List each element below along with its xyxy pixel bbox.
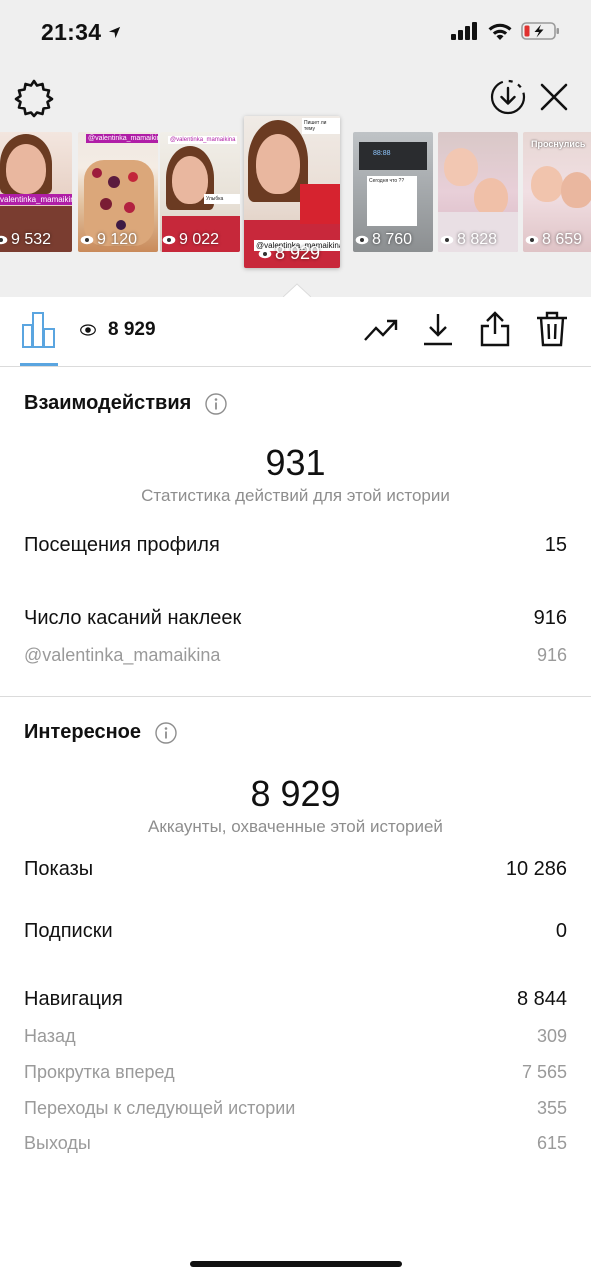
story-thumbnail[interactable]: valentinka_mamaikina 9 532 [0,132,72,252]
close-button[interactable] [537,80,571,114]
story-thumbnail[interactable]: Проснулись 8 659 [523,132,591,252]
battery-low-charging-icon [521,22,559,40]
story-view-count: 8 659 [525,231,582,249]
selected-story-pointer [283,283,311,297]
profile-visits-row: Посещения профиля 15 [24,534,567,556]
navigation-row: Навигация 8 844 [24,988,567,1010]
story-view-count: 9 120 [80,231,137,249]
viewers-count: 8 929 [108,319,156,340]
trending-up-icon [364,319,398,341]
eye-icon [0,235,8,245]
interactions-section: Взаимодействия 931 Статистика действий д… [0,368,591,696]
story-thumbnails-strip[interactable]: valentinka_mamaikina 9 532 @valentinka_m… [0,116,591,268]
save-story-button[interactable] [489,78,527,116]
eye-icon [355,235,369,245]
story-thumbnail[interactable]: 88:88 Сегодня что ?? 8 760 [353,132,433,252]
eye-icon [162,235,176,245]
info-icon[interactable] [205,392,228,415]
story-view-count: 8 828 [440,231,497,249]
story-thumbnail[interactable]: 8 828 [438,132,518,252]
story-view-count: 8 760 [355,231,412,249]
promote-button[interactable] [364,311,398,347]
story-caption: Проснулись [531,139,586,149]
story-view-count: 9 532 [0,231,51,249]
eye-icon [258,249,272,258]
viewers-tab[interactable]: 8 929 [80,319,156,341]
trash-icon [537,311,567,347]
discovery-heading: Интересное [24,721,177,744]
mention-sticker: @valentinka_mamaikina [168,136,238,144]
share-button[interactable] [478,311,512,347]
eye-icon [440,235,454,245]
sticker-mention-row: @valentinka_mamaikina 916 [24,645,567,665]
delete-button[interactable] [535,311,569,347]
story-thumbnail-selected[interactable]: Пишет ли тему @valentinka_mamaikina 8 92… [244,116,340,268]
gear-icon [14,79,54,118]
interactions-total: 931 [265,442,326,483]
home-indicator[interactable] [190,1261,402,1267]
download-circle-icon [490,79,526,115]
discovery-section: Интересное 8 929 Аккаунты, охваченные эт… [0,697,591,1177]
close-icon [540,83,568,111]
share-icon [480,311,510,347]
location-arrow-icon [109,26,121,39]
story-thumbnail[interactable]: Улыбка @valentinka_mamaikina 9 022 [160,132,240,252]
story-thumbnail[interactable]: @valentinka_mamaikina 9 120 [78,132,158,252]
sticker-taps-row: Число касаний наклеек 916 [24,607,567,629]
status-time: 21:34 [41,19,122,46]
active-tab-indicator [20,363,58,366]
back-row: Назад 309 [24,1026,567,1046]
status-icons [451,21,561,41]
next-story-row: Переходы к следующей истории 355 [24,1098,567,1118]
story-insights-toolbar: 8 929 [0,297,591,367]
cellular-signal-icon [451,22,477,40]
reach-total: 8 929 [250,773,341,814]
reach-caption: Аккаунты, охваченные этой историей [148,817,443,836]
eye-icon [80,235,94,245]
story-view-count: 9 022 [162,231,219,249]
interactions-caption: Статистика действий для этой истории [141,486,450,505]
forward-row: Прокрутка вперед 7 565 [24,1062,567,1082]
eye-icon [80,324,96,336]
mention-sticker: valentinka_mamaikina [0,194,72,205]
wifi-icon [488,23,512,40]
settings-button[interactable] [14,78,54,118]
interactions-heading: Взаимодействия [24,392,228,415]
bar-chart-icon [22,312,55,348]
toolbar-actions [364,311,569,347]
follows-row: Подписки 0 [24,920,567,942]
info-icon[interactable] [155,721,177,744]
insights-tab[interactable] [20,311,58,349]
download-button[interactable] [421,311,455,347]
mention-sticker: @valentinka_mamaikina [86,134,158,143]
story-view-count: 8 929 [258,243,320,264]
story-preview-area: 21:34 valentinka_mamaikina 9 532 @valent… [0,0,591,297]
exits-row: Выходы 615 [24,1133,567,1153]
eye-icon [525,235,539,245]
preview-controls [0,72,591,122]
status-time-text: 21:34 [41,19,102,45]
download-icon [424,314,452,346]
status-bar: 21:34 [0,0,591,66]
impressions-row: Показы 10 286 [24,858,567,880]
